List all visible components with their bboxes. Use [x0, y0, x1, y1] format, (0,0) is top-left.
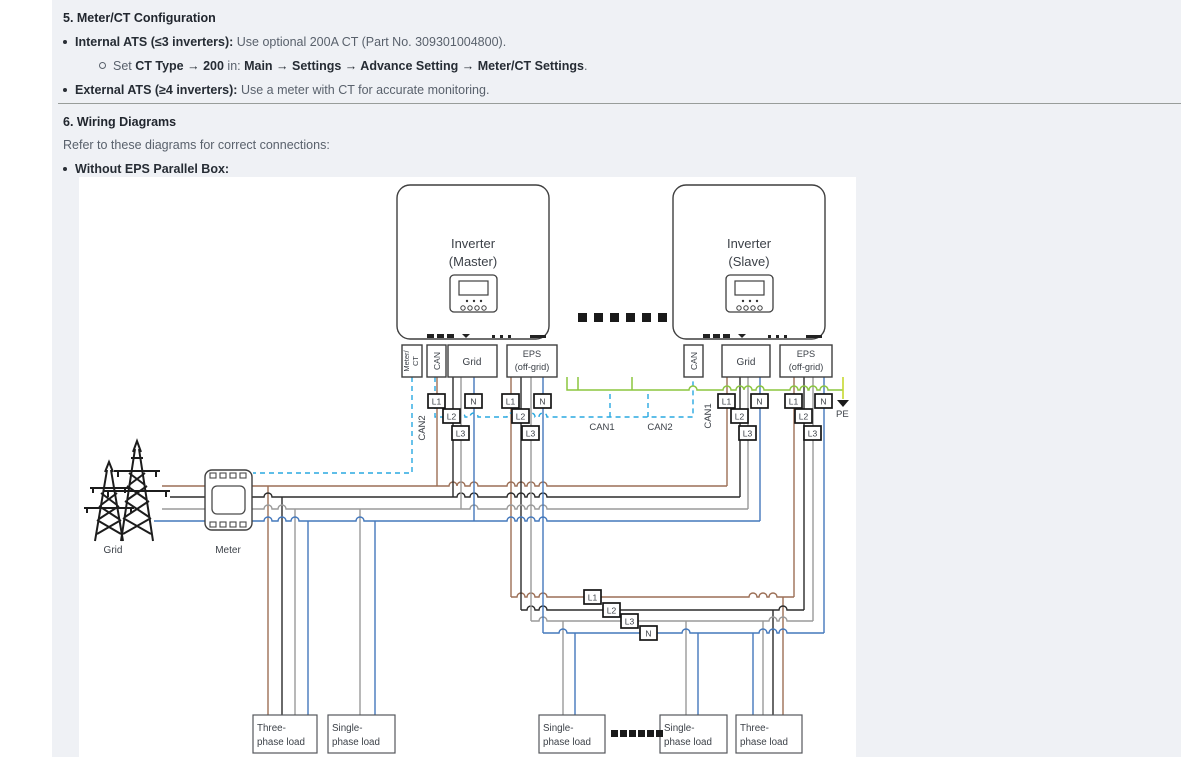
bullet-without-eps: Without EPS Parallel Box: — [63, 162, 229, 176]
load-label: Three- — [740, 723, 769, 734]
l3-wires — [162, 377, 813, 716]
can2-master-label: CAN2 — [417, 415, 428, 440]
wiring-diagram-svg: PE Grid Meter Inverter (Master) Inver — [79, 177, 856, 757]
meter-caption: Meter — [215, 545, 241, 556]
bullet-without-eps-bold: Without EPS Parallel Box: — [75, 162, 229, 176]
bullet-dot-icon — [63, 88, 67, 92]
load-label: Single- — [543, 723, 574, 734]
load-label2: phase load — [257, 737, 305, 748]
inverter-master-subtitle: (Master) — [449, 254, 497, 269]
load-boxes: Three- phase load Single- phase load Sin… — [253, 715, 802, 753]
meter-icon — [205, 470, 252, 530]
inverter-display — [450, 275, 497, 312]
terminal-label: L3 — [526, 429, 536, 439]
bullet-external-ats-rest: Use a meter with CT for accurate monitor… — [237, 83, 489, 97]
sub-seg4: Main → Settings → Advance Setting → Mete… — [244, 59, 584, 73]
bullet-dot-icon — [63, 40, 67, 44]
port-eps-label: EPS — [523, 349, 541, 359]
bus-label: N — [645, 629, 651, 639]
port-eps-label2: (off-grid) — [789, 362, 824, 372]
sub-seg2: CT Type → 200 — [135, 59, 224, 73]
terminal-label: L1 — [722, 397, 732, 407]
bus-label: L1 — [588, 593, 598, 603]
l1-wires — [162, 377, 794, 716]
master-ports: Meter/ CT CAN Grid EPS (off-grid) — [402, 345, 557, 377]
port-grid-label: Grid — [737, 357, 756, 368]
section6-intro: Refer to these diagrams for correct conn… — [63, 138, 330, 152]
sub-seg3: in: — [224, 59, 244, 73]
sub-bullet-ct-type: Set CT Type → 200 in: Main → Settings → … — [99, 59, 587, 73]
terminal-label: L1 — [506, 397, 516, 407]
more-loads-ellipsis-icon — [611, 730, 663, 737]
section-divider — [58, 103, 1181, 104]
more-inverters-ellipsis-icon — [578, 313, 667, 322]
port-meter-ct-label: Meter/ — [402, 349, 411, 371]
wiring-diagram: PE Grid Meter Inverter (Master) Inver — [79, 177, 856, 757]
terminal-label: L3 — [456, 429, 466, 439]
terminal-label: L3 — [743, 429, 753, 439]
load-label: Three- — [257, 723, 286, 734]
section5-heading: 5. Meter/CT Configuration — [63, 11, 216, 25]
grid-caption: Grid — [104, 545, 123, 556]
inverter-display — [726, 275, 773, 312]
bullet-dot-icon — [63, 167, 67, 171]
load-label2: phase load — [664, 737, 712, 748]
bullet-internal-ats: Internal ATS (≤3 inverters): Use optiona… — [63, 35, 506, 49]
sub-seg1: Set — [113, 59, 135, 73]
port-can-label: CAN — [432, 352, 442, 370]
n-wires — [154, 377, 824, 716]
sub-seg5: . — [584, 59, 587, 73]
terminal-labels: L1 L2 L3 N L1 L2 L3 N L1 L2 L3 N L1 L2 L… — [428, 394, 832, 640]
port-grid-label: Grid — [463, 357, 482, 368]
inverter-master-title: Inverter — [451, 236, 496, 251]
port-meter-ct-label2: CT — [411, 356, 420, 366]
bullet-internal-ats-rest: Use optional 200A CT (Part No. 309301004… — [233, 35, 506, 49]
pe-label: PE — [836, 409, 849, 420]
terminal-label: L1 — [432, 397, 442, 407]
bullet-internal-ats-bold: Internal ATS (≤3 inverters): — [75, 35, 233, 49]
terminal-label: L2 — [516, 412, 526, 422]
can-comm-wires — [253, 377, 693, 473]
port-eps-label: EPS — [797, 349, 815, 359]
bus-label: L2 — [607, 606, 617, 616]
inverter-slave: Inverter (Slave) — [673, 185, 825, 339]
slave-ports: CAN Grid EPS (off-grid) — [684, 345, 832, 377]
bus-label: L3 — [625, 617, 635, 627]
load-label: Single- — [664, 723, 695, 734]
can1-mid-label: CAN1 — [589, 422, 614, 433]
terminal-label: L1 — [789, 397, 799, 407]
inverter-master: Inverter (Master) — [397, 185, 549, 339]
section6-heading: 6. Wiring Diagrams — [63, 115, 176, 129]
terminal-label: L2 — [447, 412, 457, 422]
sub-bullet-circle-icon — [99, 62, 106, 69]
load-label: Single- — [332, 723, 363, 734]
inverter-slave-subtitle: (Slave) — [728, 254, 769, 269]
grid-tower-icon — [84, 441, 170, 541]
load-label2: phase load — [332, 737, 380, 748]
terminal-label: N — [756, 397, 762, 407]
terminal-label: N — [539, 397, 545, 407]
inverter-slave-title: Inverter — [727, 236, 772, 251]
load-label2: phase load — [543, 737, 591, 748]
terminal-label: N — [820, 397, 826, 407]
port-eps-label2: (off-grid) — [515, 362, 550, 372]
terminal-label: L2 — [799, 412, 809, 422]
bullet-external-ats-bold: External ATS (≥4 inverters): — [75, 83, 237, 97]
pe-ground-icon — [837, 400, 849, 407]
load-label2: phase load — [740, 737, 788, 748]
can2-mid-label: CAN2 — [647, 422, 672, 433]
terminal-label: N — [470, 397, 476, 407]
bullet-external-ats: External ATS (≥4 inverters): Use a meter… — [63, 83, 489, 97]
terminal-label: L2 — [735, 412, 745, 422]
terminal-label: L3 — [808, 429, 818, 439]
can1-slave-label: CAN1 — [703, 403, 714, 428]
port-can-label: CAN — [689, 352, 699, 370]
